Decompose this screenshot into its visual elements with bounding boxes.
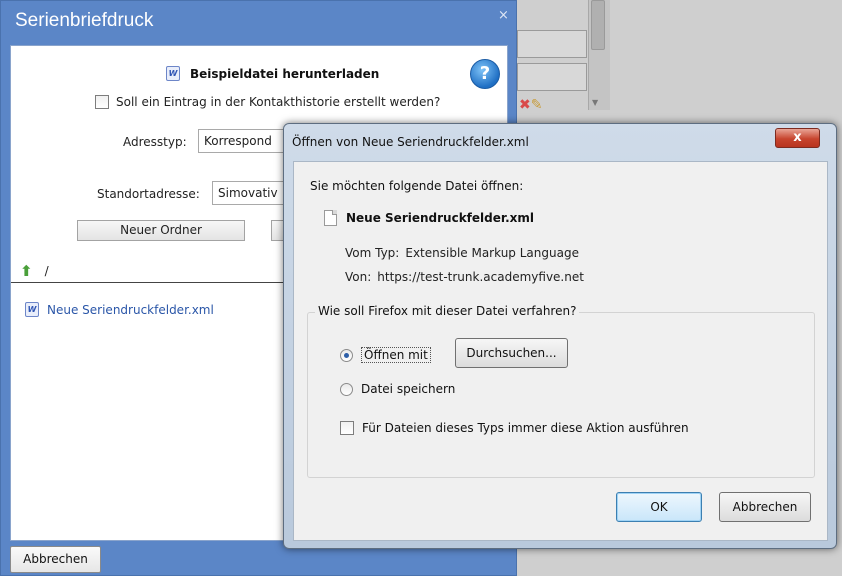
dialog-body: Sie möchten folgende Datei öffnen: Neue …: [293, 161, 828, 541]
browse-button[interactable]: Durchsuchen...: [455, 338, 568, 368]
word-document-icon: W: [166, 66, 180, 81]
history-checkbox-row[interactable]: Soll ein Eintrag in der Kontakthistorie …: [95, 95, 440, 109]
dialog-title: Serienbriefdruck: [15, 10, 154, 31]
always-label: Für Dateien dieses Typs immer diese Akti…: [362, 421, 689, 435]
file-type-label: Vom Typ:: [345, 246, 400, 260]
adresstyp-select[interactable]: Korrespond: [198, 129, 293, 153]
action-group: Wie soll Firefox mit dieser Datei verfah…: [307, 304, 815, 478]
close-icon[interactable]: ×: [498, 8, 509, 23]
file-name: Neue Seriendruckfelder.xml: [346, 211, 535, 225]
standort-select[interactable]: Simovativ: [212, 181, 292, 205]
pencil-icon: ✎: [530, 97, 543, 113]
open-question: Sie möchten folgende Datei öffnen:: [310, 179, 524, 193]
history-checkbox-label: Soll ein Eintrag in der Kontakthistorie …: [116, 95, 441, 109]
background-input: [517, 30, 587, 58]
open-with-label: Öffnen mit: [361, 347, 431, 363]
close-button[interactable]: x: [775, 128, 820, 148]
background-actions: ✖✎: [519, 97, 542, 113]
always-checkbox[interactable]: [340, 421, 354, 435]
file-source-row: Von: https://test-trunk.academyfive.net: [345, 270, 584, 284]
history-checkbox[interactable]: [95, 95, 109, 109]
cancel-button[interactable]: Abbrechen: [719, 492, 811, 522]
ok-button[interactable]: OK: [616, 492, 702, 522]
standort-label: Standortadresse:: [97, 187, 200, 201]
download-link[interactable]: W Beispieldatei herunterladen: [166, 66, 379, 81]
folder-up-icon[interactable]: ⬆: [20, 262, 33, 280]
file-type-value: Extensible Markup Language: [405, 246, 579, 260]
new-folder-button[interactable]: Neuer Ordner: [77, 220, 245, 241]
file-source-label: Von:: [345, 270, 372, 284]
chevron-down-icon: ▼: [592, 98, 599, 107]
save-file-radio[interactable]: [340, 382, 353, 396]
adresstyp-label: Adresstyp:: [123, 135, 187, 149]
file-info: Neue Seriendruckfelder.xml: [324, 210, 534, 226]
open-with-option[interactable]: Öffnen mit: [340, 347, 431, 363]
dialog-title: Öffnen von Neue Seriendruckfelder.xml: [292, 135, 529, 149]
always-option[interactable]: Für Dateien dieses Typs immer diese Akti…: [340, 421, 689, 435]
download-label[interactable]: Beispieldatei herunterladen: [190, 67, 379, 81]
background-input: [517, 63, 587, 91]
file-link[interactable]: Neue Seriendruckfelder.xml: [47, 303, 214, 317]
background-scrollbar-thumb: [591, 0, 605, 50]
file-icon: [324, 210, 337, 226]
firefox-open-dialog: Öffnen von Neue Seriendruckfelder.xml x …: [283, 123, 837, 549]
save-file-label: Datei speichern: [361, 382, 456, 396]
close-icon: ✖: [519, 97, 531, 113]
current-path: /: [44, 264, 49, 278]
file-source-value: https://test-trunk.academyfive.net: [377, 270, 584, 284]
path-row: ⬆ /: [20, 262, 49, 280]
save-file-option[interactable]: Datei speichern: [340, 382, 455, 396]
open-with-radio[interactable]: [340, 348, 353, 362]
file-type-row: Vom Typ: Extensible Markup Language: [345, 246, 579, 260]
file-list-item[interactable]: W Neue Seriendruckfelder.xml: [25, 302, 214, 317]
word-document-icon: W: [25, 302, 39, 317]
help-icon[interactable]: ?: [470, 59, 500, 89]
cancel-button[interactable]: Abbrechen: [10, 546, 101, 573]
action-group-label: Wie soll Firefox mit dieser Datei verfah…: [315, 304, 580, 318]
